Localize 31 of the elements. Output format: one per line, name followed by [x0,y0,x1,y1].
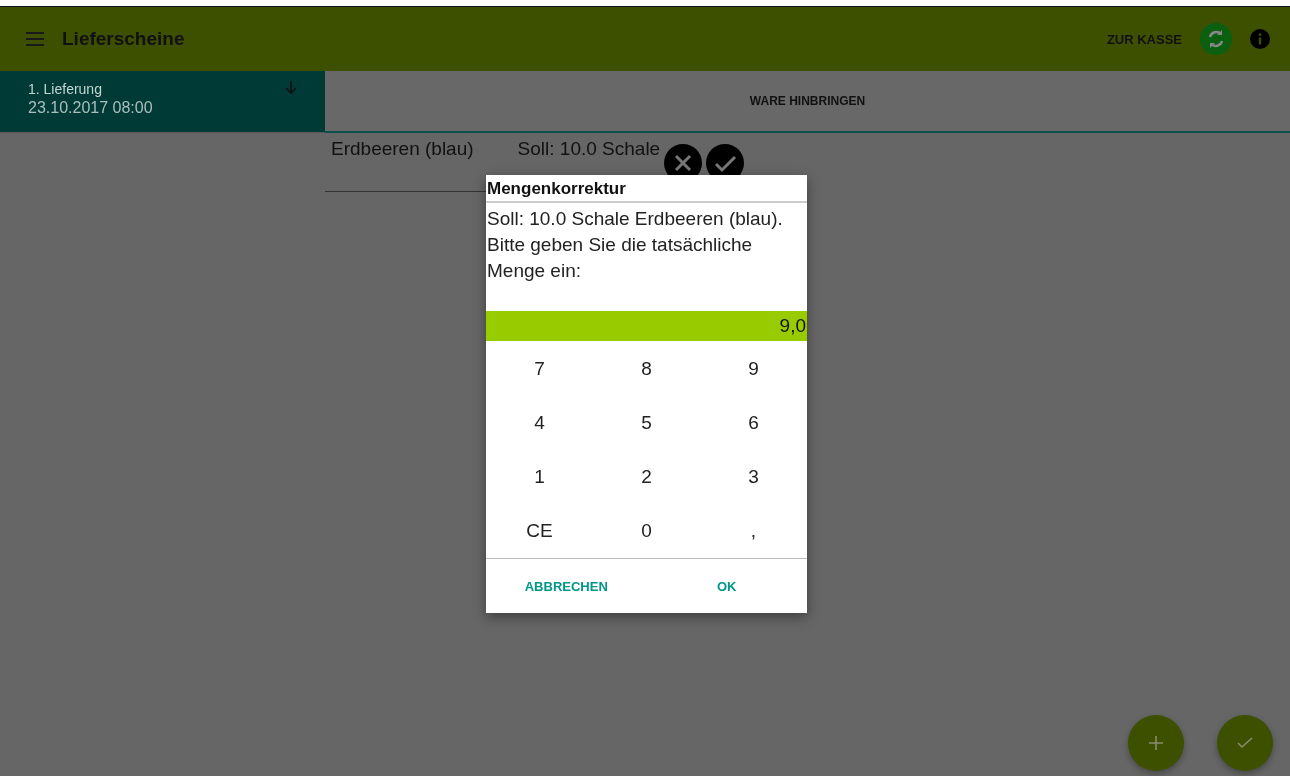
confirm-button[interactable] [1217,715,1273,771]
keypad-key[interactable]: 2 [593,450,700,504]
check-icon [1237,737,1253,749]
keypad-key[interactable]: 8 [593,342,700,396]
keypad-key[interactable]: 9 [700,342,807,396]
delivery-item[interactable]: 1. Lieferung 23.10.2017 08:00 [0,71,325,133]
quantity-field[interactable]: 9,0 [486,311,807,341]
keypad-key[interactable]: 6 [700,396,807,450]
app-title: Lieferscheine [62,28,186,50]
menu-icon[interactable] [26,32,44,46]
delivery-title: 1. Lieferung [28,81,103,97]
keypad-key[interactable]: 0 [593,504,700,558]
sync-icon[interactable] [1200,23,1232,55]
item-name: Erdbeeren (blau) [331,138,474,160]
delivery-date: 23.10.2017 08:00 [28,99,154,117]
arrow-down-icon[interactable] [285,81,297,95]
item-target: Soll: 10.0 Schale [517,138,661,160]
keypad-key[interactable]: 5 [593,396,700,450]
info-icon[interactable] [1250,29,1270,49]
keypad-key[interactable]: CE [486,504,593,558]
dialog-button[interactable]: OK [646,559,807,613]
plus-icon [1148,735,1164,751]
dialog-button[interactable]: ABBRECHEN [486,559,647,613]
dialog-title: Mengenkorrektur [486,175,807,203]
keypad-key[interactable]: 4 [486,396,593,450]
keypad-key[interactable]: 1 [486,450,593,504]
dialog-message: Soll: 10.0 Schale Erdbeeren (blau). Bitte geben Sie die tatsächliche Menge ein: [486,207,784,283]
add-button[interactable] [1128,715,1184,771]
keypad-key[interactable]: , [700,504,807,558]
keypad-key[interactable]: 7 [486,342,593,396]
keypad-key[interactable]: 3 [700,450,807,504]
